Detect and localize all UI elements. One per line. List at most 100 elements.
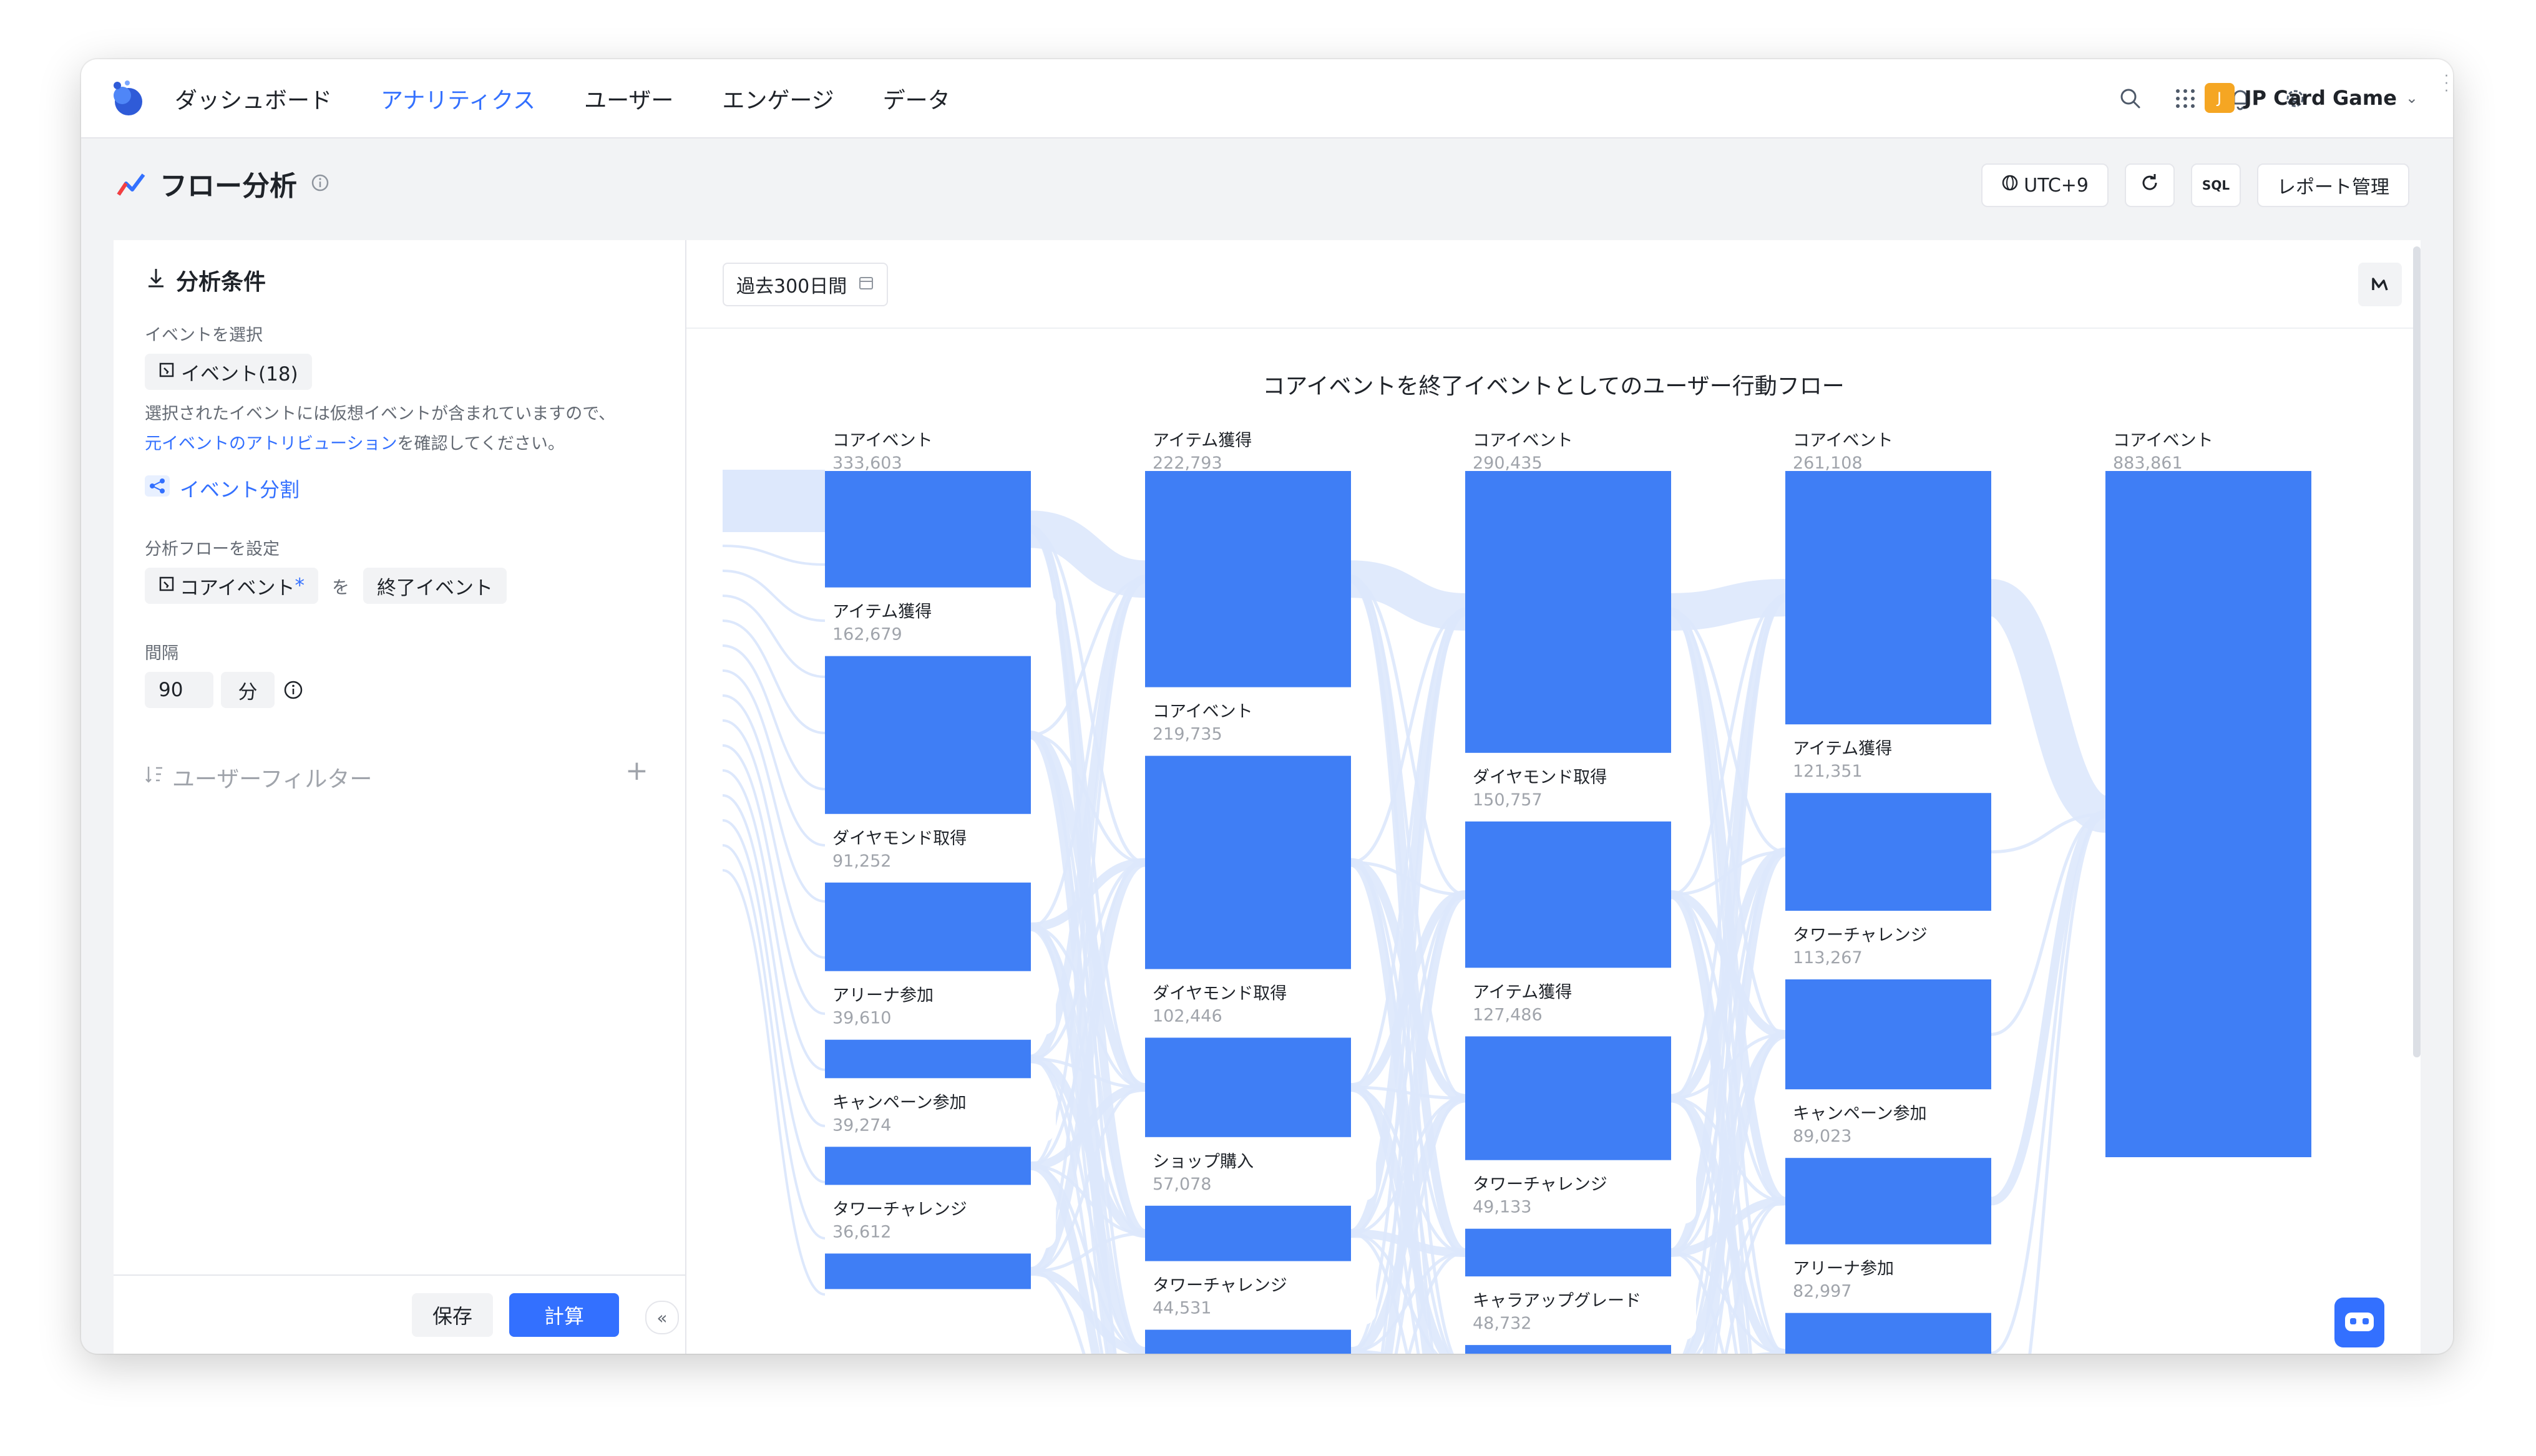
flow-node-bar — [825, 656, 1031, 814]
flow-start-chip[interactable]: コアイベント * — [145, 568, 318, 604]
flow-node-value: 113,267 — [1793, 948, 1863, 968]
flow-settings-label: 分析フローを設定 — [145, 540, 280, 559]
flow-node-value: 162,679 — [832, 625, 902, 644]
flow-analysis-icon — [116, 170, 146, 202]
flow-link — [722, 595, 826, 678]
flow-link — [722, 694, 826, 903]
flow-node-value: 39,274 — [832, 1115, 891, 1135]
event-type-icon — [158, 361, 175, 383]
nav-users[interactable]: ユーザー — [584, 82, 673, 115]
flow-node-bar — [825, 1253, 1031, 1289]
attribution-link[interactable]: 元イベントのアトリビューション — [145, 434, 397, 454]
flow-node-bar — [1145, 471, 1351, 687]
refresh-icon — [2139, 172, 2160, 198]
user-filter-label: ユーザーフィルター — [172, 767, 373, 792]
calculate-button[interactable]: 計算 — [509, 1293, 619, 1337]
flow-node-bar — [1785, 793, 1991, 911]
flow-node-label: ダイヤモンド取得 — [1153, 984, 1287, 1003]
collapse-panel-button[interactable]: « — [645, 1301, 679, 1334]
flow-node-bar — [1145, 755, 1351, 969]
flow-node-value: 49,133 — [1473, 1198, 1531, 1217]
window-drag-handle[interactable]: · · · — [2444, 70, 2449, 99]
org-switcher[interactable]: J JP Card Game ⌄ — [2204, 82, 2418, 114]
event-split-button[interactable]: イベント分割 — [145, 474, 300, 503]
flow-node-bar — [1145, 1037, 1351, 1137]
interval-unit: 分 — [238, 681, 258, 704]
sql-button[interactable]: SQL — [2191, 163, 2241, 207]
save-button[interactable]: 保存 — [412, 1293, 493, 1337]
interval-value: 90 — [158, 679, 183, 701]
nav-analytics[interactable]: アナリティクス — [381, 82, 535, 115]
flow-node-bar — [825, 471, 1031, 588]
flow-link — [722, 570, 826, 622]
page-header: フロー分析 UTC+9 SQL レポート管理 — [81, 137, 2453, 225]
flow-band — [723, 470, 825, 532]
flow-node-label: キャンペーン参加 — [1793, 1104, 1927, 1124]
flow-node-value: 89,023 — [1793, 1127, 1851, 1146]
timezone-label: UTC+9 — [2024, 174, 2089, 197]
sankey-column: コアイベント 883,861 — [2105, 431, 2311, 1157]
assistant-bot-button[interactable] — [2334, 1298, 2384, 1347]
event-chip[interactable]: イベント(18) — [145, 354, 312, 390]
flow-node-bar — [1465, 1036, 1671, 1160]
info-icon[interactable] — [311, 173, 329, 195]
flow-node-label: キャンペーン参加 — [832, 1093, 967, 1112]
filter-icon — [145, 764, 163, 791]
chart-panel: 過去300日間 コアイベントを終了イベントとしてのユーザー行動フロー コアイベン… — [686, 240, 2421, 1354]
interval-info-icon[interactable] — [283, 680, 303, 702]
flow-link — [722, 744, 826, 1015]
column-header: コアイベント — [832, 431, 933, 450]
flow-node-value: 150,757 — [1473, 790, 1543, 810]
add-filter-button[interactable]: + — [625, 755, 648, 787]
flow-node-label: アリーナ参加 — [832, 986, 934, 1006]
top-navigation-bar: ダッシュボード アナリティクス ユーザー エンゲージ データ J JP Card… — [81, 59, 2453, 138]
conditions-icon — [145, 266, 167, 294]
column-header-value: 333,603 — [832, 454, 902, 473]
flow-node-value: 82,997 — [1793, 1282, 1851, 1301]
report-management-button[interactable]: レポート管理 — [2257, 163, 2409, 207]
nav-engage[interactable]: エンゲージ — [722, 82, 834, 115]
nav-dashboard[interactable]: ダッシュボード — [175, 82, 332, 115]
column-header: アイテム獲得 — [1153, 431, 1252, 450]
column-header-value: 261,108 — [1793, 454, 1863, 473]
conditions-title-text: 分析条件 — [176, 269, 266, 295]
flow-node-bar — [1785, 471, 1991, 725]
column-header-value: 883,861 — [2113, 454, 2183, 473]
flow-node-label: アイテム獲得 — [1793, 739, 1892, 759]
flow-end-label: 終了イベント — [377, 576, 493, 599]
flow-node-label: アイテム獲得 — [1473, 983, 1572, 1002]
flow-node-value: 57,078 — [1153, 1175, 1211, 1194]
flow-node-value: 48,732 — [1473, 1314, 1531, 1333]
flow-node-bar — [1465, 471, 1671, 753]
timezone-button[interactable]: UTC+9 — [1981, 163, 2109, 207]
org-name: JP Card Game — [2244, 86, 2397, 110]
refresh-button[interactable] — [2125, 163, 2175, 207]
app-logo[interactable] — [106, 77, 150, 120]
flow-link — [722, 844, 826, 1240]
interval-unit-select[interactable]: 分 — [221, 672, 275, 708]
sql-label: SQL — [2202, 178, 2230, 193]
column-header-value: 222,793 — [1153, 454, 1222, 473]
nav-data[interactable]: データ — [883, 82, 950, 115]
flow-node-label: タワーチャレンジ — [1793, 926, 1928, 945]
flow-start-label: コアイベント — [180, 576, 295, 599]
flow-node-label: タワーチャレンジ — [832, 1200, 967, 1219]
flow-node-bar — [1145, 1205, 1351, 1261]
search-icon[interactable] — [2116, 84, 2145, 113]
vertical-scrollbar[interactable] — [2413, 246, 2421, 1057]
sankey-column: コアイベント 261,108 アイテム獲得 121,351 タワーチャレンジ 113,26… — [1785, 431, 2016, 1354]
sankey-chart: コアイベント 333,603 アイテム獲得 162,679 ダイヤモンド取得 91,252… — [722, 431, 2311, 1354]
flow-node-label: ダイヤモンド取得 — [832, 829, 967, 848]
apps-grid-icon[interactable] — [2171, 84, 2200, 113]
flow-node-bar — [825, 1147, 1031, 1185]
flow-node-bar — [1145, 1329, 1351, 1354]
report-management-label: レポート管理 — [2277, 177, 2389, 198]
interval-input[interactable]: 90 — [145, 672, 213, 708]
flow-link — [722, 545, 826, 566]
user-filter-section: ユーザーフィルター — [145, 761, 372, 794]
column-header: コアイベント — [1473, 431, 1573, 450]
flow-node-value: 219,735 — [1153, 725, 1222, 744]
flow-end-chip[interactable]: 終了イベント — [363, 568, 507, 604]
flow-node-bar — [1785, 979, 1991, 1090]
flow-link — [722, 644, 826, 790]
